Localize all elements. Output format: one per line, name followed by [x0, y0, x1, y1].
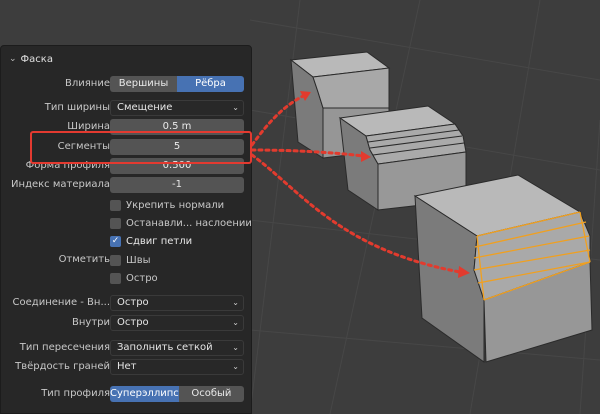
- material-index-row: Индекс материала -1: [1, 177, 253, 193]
- harden-normals-checkbox[interactable]: Укрепить нормали: [110, 198, 224, 212]
- face-strength-row: Твёрдость граней Нет ⌄: [1, 359, 253, 375]
- material-index-label: Индекс материала: [11, 179, 110, 190]
- miter-outer-dropdown[interactable]: Остро ⌄: [110, 295, 244, 311]
- chevron-down-icon: ⌄: [232, 103, 239, 112]
- mark-sharp-checkbox[interactable]: Остро: [110, 271, 158, 285]
- mark-sharp-label: Остро: [126, 272, 158, 284]
- face-strength-value: Нет: [117, 361, 137, 372]
- width-type-label: Тип ширины: [44, 102, 110, 113]
- affect-row: Влияние Вершины Рёбра: [1, 76, 253, 92]
- width-type-dropdown[interactable]: Смещение ⌄: [110, 100, 244, 116]
- checkbox-icon: [110, 217, 121, 229]
- clamp-overlap-checkbox[interactable]: Останавли... наслоении: [110, 216, 252, 230]
- checkbox-icon: [110, 199, 121, 211]
- profile-superellipse-button[interactable]: Суперэллипс: [110, 386, 179, 402]
- mark-label: Отметить: [58, 254, 110, 265]
- checkbox-icon: [110, 272, 121, 284]
- chevron-down-icon: ⌄: [232, 343, 239, 352]
- miter-outer-row: Соединение - Вн... Остро ⌄: [1, 295, 253, 311]
- intersection-dropdown[interactable]: Заполнить сеткой ⌄: [110, 340, 244, 356]
- checkbox-icon: [110, 254, 121, 266]
- harden-normals-label: Укрепить нормали: [126, 199, 225, 211]
- material-index-field[interactable]: -1: [110, 177, 244, 193]
- miter-inner-dropdown[interactable]: Остро ⌄: [110, 315, 244, 331]
- loop-slide-checkbox[interactable]: ✓ Сдвиг петли: [110, 234, 192, 248]
- panel-title: Фаска: [20, 53, 53, 65]
- profile-custom-button[interactable]: Особый: [178, 386, 244, 402]
- profile-type-label: Тип профиля: [41, 388, 110, 399]
- loop-slide-label: Сдвиг петли: [126, 235, 193, 247]
- profile-type-toggle[interactable]: Суперэллипс Особый: [110, 386, 244, 402]
- width-type-value: Смещение: [117, 102, 173, 113]
- profile-type-row: Тип профиля Суперэллипс Особый: [1, 386, 253, 402]
- intersection-row: Тип пересечения Заполнить сеткой ⌄: [1, 340, 253, 356]
- chevron-down-icon: ⌄: [232, 362, 239, 371]
- mark-seams-label: Швы: [126, 254, 151, 266]
- segments-highlight-frame: [30, 131, 252, 164]
- miter-outer-value: Остро: [117, 297, 149, 308]
- miter-inner-value: Остро: [117, 317, 149, 328]
- miter-inner-row: Внутри Остро ⌄: [1, 315, 253, 331]
- affect-label: Влияние: [65, 78, 110, 89]
- checkmark-icon: ✓: [110, 235, 121, 247]
- chevron-down-icon: ⌄: [232, 318, 239, 327]
- miter-inner-label: Внутри: [72, 317, 110, 328]
- intersection-value: Заполнить сеткой: [117, 342, 213, 353]
- affect-toggle[interactable]: Вершины Рёбра: [110, 76, 244, 92]
- affect-edges-button[interactable]: Рёбра: [177, 76, 244, 92]
- width-type-row: Тип ширины Смещение ⌄: [1, 100, 253, 116]
- panel-header[interactable]: ⌄ Фаска: [9, 52, 53, 66]
- clamp-overlap-label: Останавли... наслоении: [126, 217, 252, 229]
- affect-vertices-button[interactable]: Вершины: [110, 76, 177, 92]
- chevron-down-icon[interactable]: ⌄: [9, 54, 17, 64]
- mark-seams-checkbox[interactable]: Швы: [110, 253, 150, 267]
- bevel-operator-panel: ⌄ Фаска Влияние Вершины Рёбра Тип ширины…: [0, 45, 252, 414]
- face-strength-label: Твёрдость граней: [15, 361, 110, 372]
- intersection-label: Тип пересечения: [19, 342, 110, 353]
- miter-outer-label: Соединение - Вн...: [12, 297, 110, 308]
- chevron-down-icon: ⌄: [232, 298, 239, 307]
- face-strength-dropdown[interactable]: Нет ⌄: [110, 359, 244, 375]
